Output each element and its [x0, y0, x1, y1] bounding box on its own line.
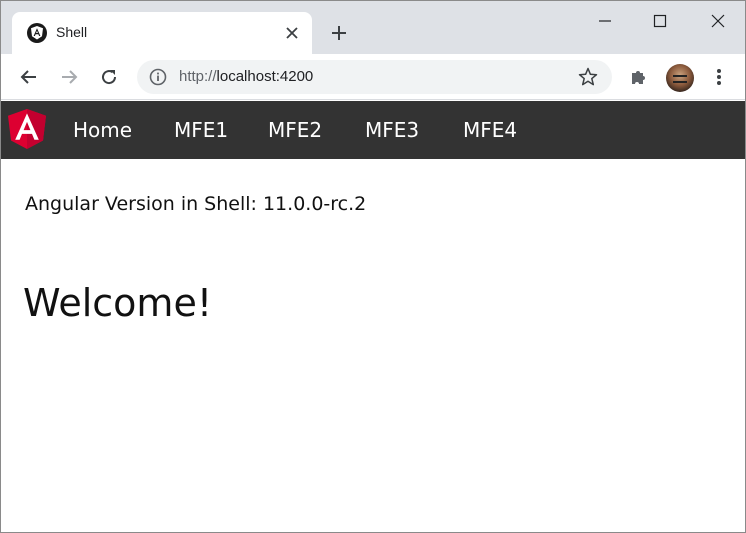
plus-icon[interactable]: [327, 21, 351, 45]
extensions-puzzle-icon[interactable]: [627, 65, 651, 89]
browser-window: Shell http://localhost:4200 Home MFE1 MF…: [0, 0, 746, 533]
url-host: localhost:4200: [216, 68, 314, 85]
nav-item-home[interactable]: Home: [73, 118, 132, 142]
reload-icon[interactable]: [97, 65, 121, 89]
angular-version-text: Angular Version in Shell: 11.0.0-rc.2: [25, 193, 367, 215]
more-menu-icon[interactable]: [707, 65, 731, 89]
bookmark-star-icon[interactable]: [577, 66, 599, 88]
nav-item-mfe1[interactable]: MFE1: [174, 118, 228, 142]
nav-item-mfe2[interactable]: MFE2: [268, 118, 322, 142]
nav-item-mfe4[interactable]: MFE4: [463, 118, 517, 142]
page-title: Welcome!: [23, 281, 213, 325]
forward-arrow-icon[interactable]: [57, 65, 81, 89]
back-arrow-icon[interactable]: [17, 65, 41, 89]
info-icon[interactable]: [149, 68, 167, 86]
nav-item-mfe3[interactable]: MFE3: [365, 118, 419, 142]
minimize-icon[interactable]: [591, 7, 619, 35]
maximize-icon[interactable]: [646, 7, 674, 35]
profile-avatar[interactable]: [666, 64, 694, 92]
address-bar[interactable]: http://localhost:4200: [137, 60, 612, 94]
url-text: http://localhost:4200: [179, 68, 313, 85]
browser-toolbar: http://localhost:4200: [1, 54, 745, 100]
angular-logo: [8, 109, 46, 149]
tab-title: Shell: [56, 24, 88, 40]
tab-shell[interactable]: Shell: [12, 12, 312, 54]
app-navbar: Home MFE1 MFE2 MFE3 MFE4: [1, 101, 745, 159]
tab-strip: Shell: [1, 1, 745, 54]
close-icon[interactable]: [704, 7, 732, 35]
url-scheme: http://: [179, 68, 217, 85]
angular-icon: [27, 23, 47, 43]
tab-close-icon[interactable]: [282, 23, 302, 43]
